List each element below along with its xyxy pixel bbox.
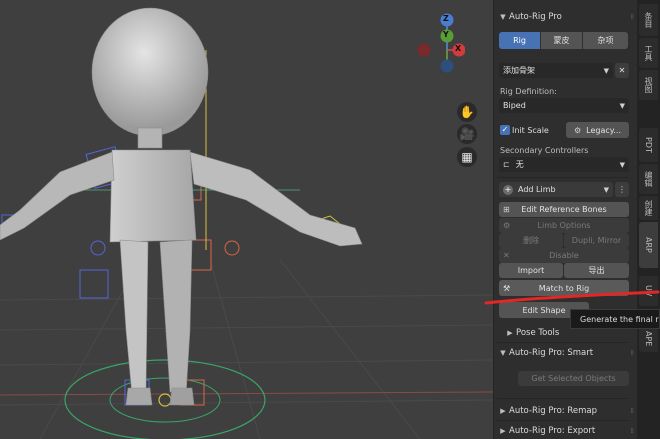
tab-misc[interactable]: 杂项 — [583, 32, 628, 49]
secondary-controllers-label: Secondary Controllers — [500, 146, 589, 155]
bone-icon: ⚙ — [573, 125, 582, 135]
export-button[interactable]: 导出 — [564, 263, 629, 278]
tab-ape[interactable]: APE — [639, 326, 658, 352]
gizmo-x-label: X — [455, 44, 462, 53]
dupli-mirror-button[interactable]: Dupli, Mirror — [564, 233, 629, 248]
add-limb-dropdown[interactable]: + Add Limb ▼ — [499, 182, 613, 197]
tab-skin[interactable]: 蒙皮 — [541, 32, 582, 49]
chevron-right-icon: ▶ — [507, 329, 513, 337]
rig-definition-dropdown[interactable]: Biped ▼ — [499, 98, 629, 113]
autorig-remap-header[interactable]: ▶ Auto-Rig Pro: Remap ⁞⁞ — [497, 403, 635, 419]
close-icon[interactable]: ✕ — [615, 63, 629, 78]
gizmo-y-label: Y — [443, 30, 449, 39]
chevron-down-icon: ▼ — [603, 185, 609, 194]
add-icon: + — [503, 184, 513, 195]
tab-tool[interactable]: 工具 — [639, 38, 658, 68]
import-button[interactable]: Import — [499, 263, 563, 278]
sidebar-panel: ▼ Auto-Rig Pro ⁞⁞ Rig 蒙皮 杂项 添加骨架 ▼ ✕ Rig… — [493, 0, 637, 439]
tooltip: Generate the final rig — [570, 309, 660, 329]
tab-pdt[interactable]: PDT — [639, 128, 658, 162]
limb-options-button[interactable]: ⚙ Limb Options — [499, 218, 629, 233]
red-underline-annotation — [484, 290, 660, 305]
sidebar-tab-strip: 条目 工具 视图 PDT 编辑 创建 ARP UV APE — [637, 0, 660, 439]
camera-icon[interactable]: 🎥 — [457, 124, 477, 144]
grip-icon[interactable]: ⁞⁞ — [631, 349, 635, 357]
disable-button[interactable]: ✕ Disable — [499, 248, 629, 263]
divider — [497, 177, 629, 178]
gizmo-z-label: Z — [443, 14, 449, 23]
edit-reference-bones-button[interactable]: ⊞ Edit Reference Bones — [499, 202, 629, 217]
delete-button[interactable]: 删除 — [499, 233, 563, 248]
divider — [497, 398, 629, 399]
chevron-down-icon: ▼ — [500, 349, 506, 357]
grip-icon[interactable]: ⁞⁞ — [631, 407, 635, 415]
add-armature-dropdown[interactable]: 添加骨架 ▼ — [499, 63, 613, 78]
hand-pan-icon[interactable]: ✋ — [457, 102, 477, 122]
tab-view[interactable]: 视图 — [639, 70, 658, 100]
autorig-pro-header[interactable]: ▼ Auto-Rig Pro ⁞⁞ — [497, 9, 635, 25]
chevron-down-icon: ▼ — [619, 101, 625, 110]
chevron-down-icon: ▼ — [500, 13, 506, 21]
grip-icon[interactable]: ⁞⁞ — [631, 427, 635, 435]
divider — [497, 420, 629, 421]
divider — [497, 342, 629, 343]
tab-arp[interactable]: ARP — [639, 222, 658, 268]
settings-icon: ⚙ — [503, 221, 511, 230]
chevron-down-icon: ▼ — [619, 160, 625, 169]
autorig-smart-header[interactable]: ▼ Auto-Rig Pro: Smart ⁞⁞ — [497, 345, 635, 361]
get-selected-objects-button[interactable]: Get Selected Objects — [518, 371, 629, 386]
secondary-controllers-dropdown[interactable]: ⊏ 无 ▼ — [499, 157, 629, 172]
3d-viewport[interactable]: Z X Y ✋ 🎥 ▦ — [0, 0, 493, 439]
tab-edit[interactable]: 编辑 — [639, 164, 658, 194]
init-scale-checkbox[interactable]: ✓ — [500, 125, 510, 135]
legacy-button[interactable]: ⚙ Legacy... — [566, 122, 629, 138]
grid-perspective-icon[interactable]: ▦ — [457, 147, 477, 167]
chevron-right-icon: ▶ — [500, 427, 506, 435]
chevron-down-icon: ▼ — [603, 66, 609, 75]
chevron-right-icon: ▶ — [500, 407, 506, 415]
tab-rig[interactable]: Rig — [499, 32, 540, 49]
grip-icon[interactable]: ⋮ — [615, 182, 629, 197]
init-scale-label: Init Scale — [512, 126, 549, 135]
tab-create[interactable]: 创建 — [639, 196, 658, 220]
tab-item[interactable]: 条目 — [639, 4, 658, 36]
autorig-export-header[interactable]: ▶ Auto-Rig Pro: Export ⁞⁞ — [497, 423, 635, 439]
bone-edit-icon: ⊞ — [503, 205, 510, 214]
grip-icon[interactable]: ⁞⁞ — [631, 13, 635, 21]
bracket-icon: ⊏ — [503, 160, 510, 169]
rig-definition-label: Rig Definition: — [500, 87, 557, 96]
close-icon: ✕ — [503, 251, 510, 260]
